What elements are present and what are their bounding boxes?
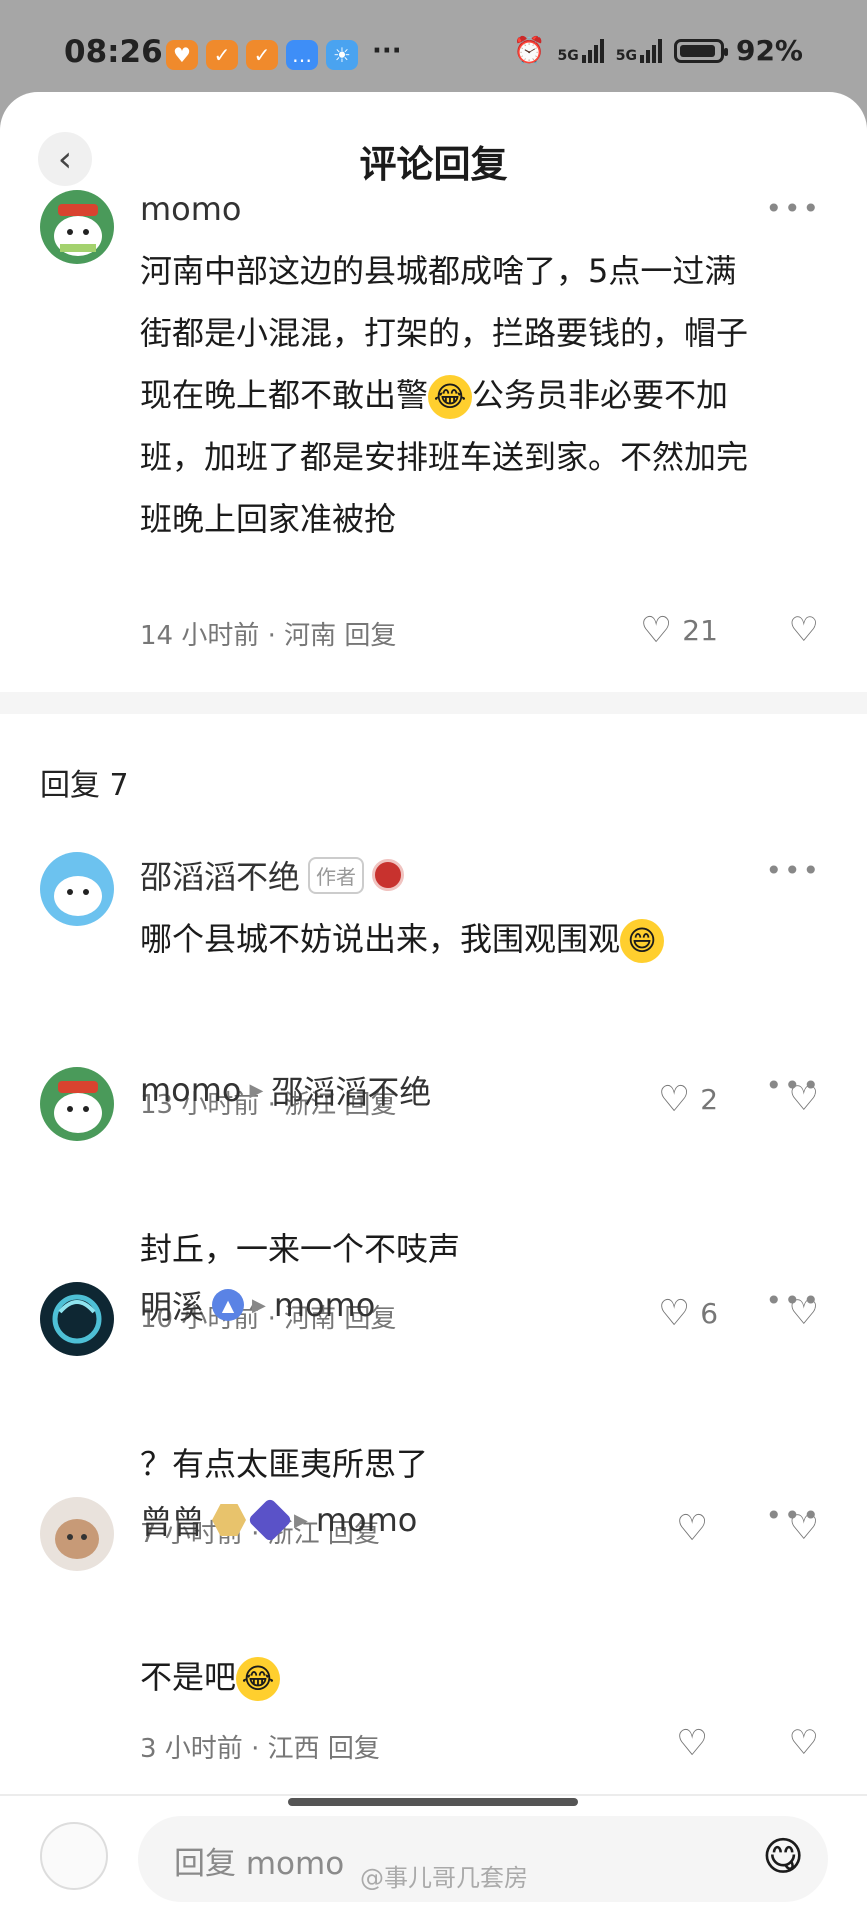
reply-meta: 3 小时前 · 江西 回复 bbox=[140, 1734, 380, 1764]
badge-icon bbox=[247, 1497, 293, 1543]
battery-percent: 92% bbox=[735, 34, 803, 67]
heart-icon: ♡ bbox=[658, 1293, 691, 1334]
avatar[interactable] bbox=[40, 1497, 114, 1571]
reply-to-user[interactable]: momo bbox=[316, 1501, 418, 1539]
more-notifications-icon: ··· bbox=[372, 36, 402, 66]
comment-sheet: ‹ 评论回复 momo ••• 河南中部这边的县城都成啥了，5点一过满 街都是小… bbox=[0, 92, 867, 1920]
avatar[interactable] bbox=[40, 190, 114, 264]
laughing-crying-emoji-icon: 😂 bbox=[428, 375, 473, 419]
alarm-icon: ⏰ bbox=[513, 35, 546, 66]
more-options-icon[interactable]: ••• bbox=[765, 1284, 821, 1317]
heart-icon: ♡ bbox=[658, 1079, 691, 1120]
status-bar: 08:26 ♥ ✓ ✓ … ☀ ··· ⏰ 5G 5G 92% bbox=[0, 0, 867, 96]
like-button[interactable]: ♡ 21 bbox=[640, 610, 718, 651]
reply-author[interactable]: 明溪 ▲ ▶ momo bbox=[140, 1282, 375, 1328]
badge-icon bbox=[372, 859, 405, 891]
heart-icon: ♡ bbox=[676, 1508, 709, 1549]
comment-text: 河南中部这边的县城都成啥了，5点一过满 街都是小混混，打架的，拦路要钱的，帽子 … bbox=[140, 252, 749, 538]
more-options-icon[interactable]: ••• bbox=[765, 192, 821, 225]
reply-composer: 回复 momo 😋 bbox=[0, 1794, 867, 1920]
reply-author[interactable]: momo ▶ 邵滔滔不绝 bbox=[140, 1067, 431, 1113]
more-options-icon[interactable]: ••• bbox=[765, 854, 821, 887]
reply-author[interactable]: 曾曾 ▶ momo bbox=[140, 1497, 417, 1543]
reply-text: ？有点太匪夷所思了 bbox=[140, 1445, 429, 1483]
app-notification-icon: ♥ bbox=[166, 40, 198, 70]
page-title: 评论回复 bbox=[359, 143, 508, 186]
avatar[interactable] bbox=[40, 852, 114, 926]
reply-to-arrow-icon: ▶ bbox=[252, 1294, 266, 1316]
emoji-picker-icon[interactable]: 😋 bbox=[762, 1834, 804, 1880]
badge-icon bbox=[212, 1504, 247, 1536]
reply-to-arrow-icon: ▶ bbox=[249, 1079, 264, 1101]
my-avatar[interactable] bbox=[40, 1822, 108, 1890]
more-options-icon[interactable]: ••• bbox=[765, 1069, 821, 1102]
like-button[interactable]: ♡ bbox=[676, 1723, 708, 1764]
more-options-icon[interactable]: ••• bbox=[765, 1499, 821, 1532]
avatar[interactable] bbox=[40, 1282, 114, 1356]
watermark: @事儿哥几套房 bbox=[360, 1864, 528, 1892]
heart-icon: ♡ bbox=[676, 1723, 709, 1764]
reply-to-user[interactable]: momo bbox=[274, 1286, 376, 1324]
laughing-crying-emoji-icon: 😂 bbox=[236, 1657, 281, 1701]
battery-icon bbox=[673, 38, 728, 63]
avatar[interactable] bbox=[40, 1067, 114, 1141]
broken-heart-icon: ♡ bbox=[788, 1723, 819, 1763]
notification-icons: ♥ ✓ ✓ … ☀ bbox=[166, 40, 358, 70]
app-notification-icon: ✓ bbox=[206, 40, 238, 70]
home-indicator[interactable] bbox=[288, 1798, 578, 1806]
weather-icon: ☀ bbox=[326, 40, 358, 70]
reply-text: 封丘，一来一个不吱声 bbox=[140, 1230, 461, 1268]
signal-2: 5G bbox=[616, 38, 662, 63]
reply-author[interactable]: 邵滔滔不绝 作者 bbox=[140, 852, 405, 898]
broken-heart-icon: ♡ bbox=[788, 610, 819, 650]
comment-meta: 14 小时前 · 河南 回复 bbox=[140, 621, 397, 651]
section-divider bbox=[0, 692, 867, 714]
message-icon: … bbox=[286, 40, 318, 70]
signal-1: 5G bbox=[558, 38, 604, 63]
status-time: 08:26 bbox=[64, 34, 163, 70]
replies-count: 回复 7 bbox=[40, 768, 129, 803]
grinning-emoji-icon: 😄 bbox=[620, 919, 665, 963]
heart-icon: ♡ bbox=[640, 610, 673, 651]
author-tag: 作者 bbox=[308, 856, 365, 894]
comment-author[interactable]: momo bbox=[140, 190, 242, 228]
reply-text: 不是吧 😂 bbox=[140, 1652, 281, 1701]
dislike-button[interactable]: ♡ bbox=[789, 1723, 819, 1763]
badge-icon: ▲ bbox=[212, 1289, 245, 1321]
dislike-button[interactable]: ♡ bbox=[789, 610, 819, 650]
app-notification-icon: ✓ bbox=[246, 40, 278, 70]
like-button[interactable]: ♡ bbox=[676, 1508, 708, 1549]
like-button[interactable]: ♡ 6 bbox=[658, 1293, 718, 1334]
reply-to-user[interactable]: 邵滔滔不绝 bbox=[271, 1067, 431, 1113]
like-button[interactable]: ♡ 2 bbox=[658, 1079, 718, 1120]
reply-text: 哪个县城不妨说出来，我围观围观 😄 bbox=[140, 914, 665, 963]
reply-to-arrow-icon: ▶ bbox=[294, 1509, 308, 1531]
